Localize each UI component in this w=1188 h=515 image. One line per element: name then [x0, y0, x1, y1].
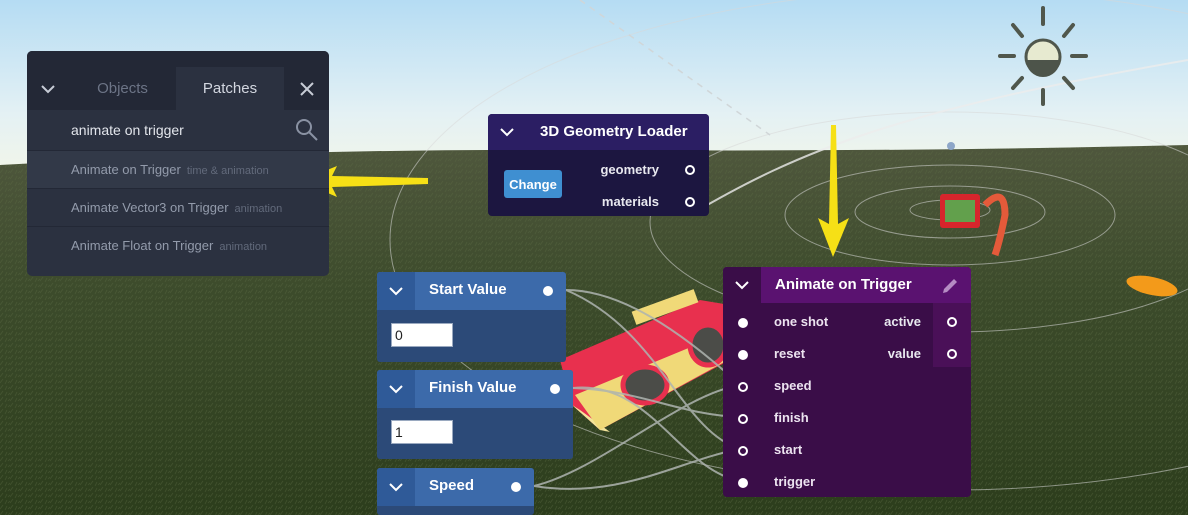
- panel-drag-strip: [27, 51, 329, 67]
- node-header[interactable]: Start Value: [377, 272, 566, 310]
- node-header[interactable]: 3D Geometry Loader: [488, 114, 709, 150]
- node-title: 3D Geometry Loader: [540, 123, 688, 140]
- search-result[interactable]: Animate Float on Trigger animation: [27, 226, 329, 264]
- tab-objects[interactable]: Objects: [69, 67, 176, 110]
- result-name: Animate Vector3 on Trigger: [71, 200, 229, 215]
- result-category: time & animation: [186, 165, 269, 177]
- input-port-reset[interactable]: [738, 350, 748, 360]
- input-label-one-shot: one shot: [774, 314, 829, 329]
- input-label-start: start: [774, 442, 803, 457]
- input-port-speed[interactable]: [738, 382, 748, 392]
- input-port-start[interactable]: [738, 446, 748, 456]
- chevron-down-icon[interactable]: [377, 272, 415, 310]
- finish-value-input[interactable]: [391, 420, 453, 444]
- geometry-loader-node[interactable]: 3D Geometry Loader Change geometry mater…: [488, 114, 709, 216]
- input-port-trigger[interactable]: [738, 478, 748, 488]
- node-header[interactable]: Animate on Trigger: [723, 267, 971, 303]
- search-result[interactable]: Animate on Trigger time & animation: [27, 150, 329, 188]
- search-result[interactable]: Animate Vector3 on Trigger animation: [27, 188, 329, 226]
- node-title: Speed: [429, 477, 475, 494]
- output-label-active: active: [884, 314, 921, 329]
- speed-node[interactable]: Speed: [377, 468, 534, 515]
- pencil-icon[interactable]: [941, 277, 959, 300]
- finish-value-node[interactable]: Finish Value: [377, 370, 573, 459]
- search-icon[interactable]: [295, 118, 319, 147]
- chevron-down-icon[interactable]: [377, 370, 415, 408]
- output-port-value[interactable]: [947, 349, 957, 359]
- output-port[interactable]: [511, 482, 521, 492]
- chevron-down-icon[interactable]: [377, 468, 415, 506]
- input-label-trigger: trigger: [774, 474, 816, 489]
- node-title: Start Value: [429, 281, 507, 298]
- output-port-materials[interactable]: [685, 197, 695, 207]
- start-value-input[interactable]: [391, 323, 453, 347]
- result-category: animation: [234, 203, 283, 215]
- output-label-geometry: geometry: [600, 162, 659, 177]
- search-row: [27, 110, 329, 150]
- node-header[interactable]: Speed: [377, 468, 534, 506]
- input-label-reset: reset: [774, 346, 806, 361]
- tab-patches[interactable]: Patches: [176, 67, 284, 110]
- close-icon[interactable]: [285, 67, 329, 110]
- node-header[interactable]: Finish Value: [377, 370, 573, 408]
- chevron-down-icon[interactable]: [27, 67, 69, 110]
- result-name: Animate on Trigger: [71, 162, 181, 177]
- search-input[interactable]: [71, 119, 271, 141]
- output-label-materials: materials: [601, 194, 659, 209]
- input-label-speed: speed: [774, 378, 812, 393]
- output-port-geometry[interactable]: [685, 165, 695, 175]
- node-title: Finish Value: [429, 379, 517, 396]
- result-category: animation: [219, 241, 268, 253]
- output-port[interactable]: [543, 286, 553, 296]
- output-port[interactable]: [550, 384, 560, 394]
- animate-on-trigger-node[interactable]: Animate on Trigger one shot reset speed …: [723, 267, 971, 497]
- change-button[interactable]: Change: [504, 170, 562, 198]
- input-port-one-shot[interactable]: [738, 318, 748, 328]
- result-name: Animate Float on Trigger: [71, 238, 214, 253]
- output-label-value: value: [887, 346, 921, 361]
- node-title: Animate on Trigger: [775, 276, 912, 293]
- input-port-finish[interactable]: [738, 414, 748, 424]
- chevron-down-icon[interactable]: [723, 267, 761, 303]
- chevron-down-icon[interactable]: [488, 114, 526, 150]
- input-label-finish: finish: [774, 410, 809, 425]
- output-port-active[interactable]: [947, 317, 957, 327]
- start-value-node[interactable]: Start Value: [377, 272, 566, 362]
- patch-search-panel: Objects Patches Animate on Trigger time &…: [27, 51, 329, 276]
- panel-tabs: Objects Patches: [27, 67, 329, 110]
